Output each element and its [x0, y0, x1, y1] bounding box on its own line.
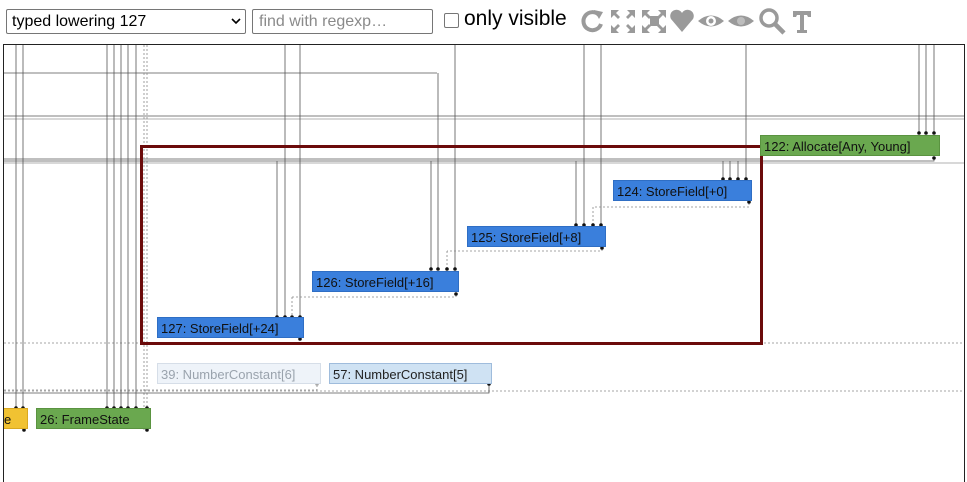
- chevron-down-icon: [231, 18, 241, 25]
- zoom-selection-icon[interactable]: [758, 6, 786, 36]
- node-label: 126: StoreField[+16]: [316, 275, 434, 290]
- relayout-icon[interactable]: [578, 6, 606, 36]
- graph-node-framestate[interactable]: 26: FrameState: [36, 408, 151, 429]
- hide-unselected-icon[interactable]: [697, 6, 725, 36]
- node-label: 39: NumberConstant[6]: [161, 367, 296, 382]
- node-label: 124: StoreField[+0]: [617, 184, 728, 199]
- toggle-types-icon[interactable]: [788, 6, 816, 36]
- graph-node-storefield[interactable]: 127: StoreField[+24]: [157, 317, 304, 338]
- node-label: 125: StoreField[+8]: [471, 230, 582, 245]
- only-visible-label: only visible: [464, 7, 567, 30]
- node-label: 122: Allocate[Any, Young]: [764, 139, 911, 154]
- show-all-icon[interactable]: [609, 6, 637, 36]
- graph-node-partial[interactable]: e: [4, 408, 28, 429]
- phase-select-value: typed lowering 127: [12, 13, 147, 30]
- node-label: 127: StoreField[+24]: [161, 321, 279, 336]
- node-label: 26: FrameState: [40, 412, 130, 427]
- graph-node-numberconstant[interactable]: 57: NumberConstant[5]: [329, 363, 492, 384]
- graph-node-storefield[interactable]: 124: StoreField[+0]: [613, 180, 752, 201]
- graph-canvas[interactable]: 122: Allocate[Any, Young] 124: StoreFiel…: [3, 44, 965, 482]
- graph-node-storefield[interactable]: 125: StoreField[+8]: [467, 226, 606, 247]
- node-label: 57: NumberConstant[5]: [333, 367, 468, 382]
- show-type-icon[interactable]: [668, 6, 696, 36]
- graph-node-numberconstant[interactable]: 39: NumberConstant[6]: [157, 363, 321, 384]
- selection-rectangle: [140, 145, 763, 345]
- only-visible-checkbox[interactable]: [444, 13, 459, 28]
- hide-selected-icon[interactable]: [727, 6, 755, 36]
- toolbar: typed lowering 127 only visible: [0, 0, 967, 44]
- toggle-hide-dead-icon[interactable]: [640, 6, 668, 36]
- node-label: e: [4, 412, 12, 427]
- graph-node-allocate[interactable]: 122: Allocate[Any, Young]: [760, 135, 940, 156]
- graph-node-storefield[interactable]: 126: StoreField[+16]: [312, 271, 459, 292]
- phase-select[interactable]: typed lowering 127: [6, 9, 246, 34]
- search-input[interactable]: [252, 9, 433, 34]
